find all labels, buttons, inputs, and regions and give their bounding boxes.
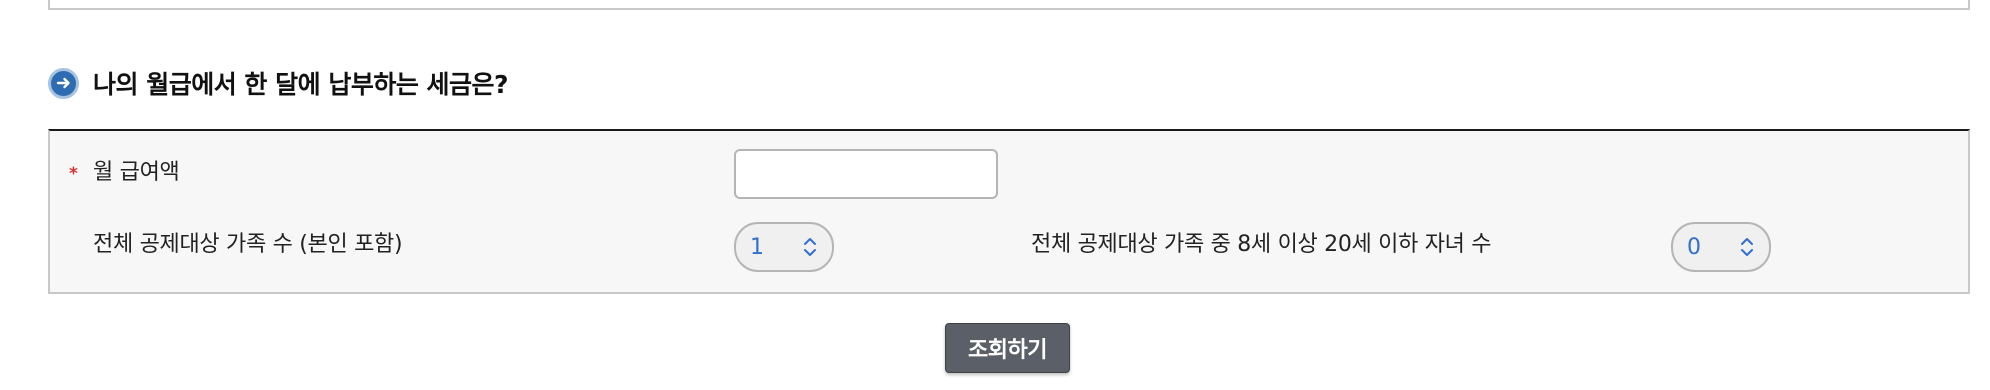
section-heading: 나의 월급에서 한 달에 납부하는 세금은? — [48, 66, 509, 100]
children-count-value: 0 — [1687, 234, 1701, 260]
submit-button[interactable]: 조회하기 — [945, 323, 1070, 373]
section-title: 나의 월급에서 한 달에 납부하는 세금은? — [93, 70, 509, 99]
up-down-chevron-icon[interactable] — [802, 234, 818, 260]
salary-label: 월 급여액 — [93, 160, 180, 185]
family-count-label: 전체 공제대상 가족 수 (본인 포함) — [93, 232, 403, 257]
children-count-stepper[interactable]: 0 — [1671, 222, 1771, 272]
arrow-right-circle-icon — [48, 67, 79, 99]
children-count-label: 전체 공제대상 가족 중 8세 이상 20세 이하 자녀 수 — [1031, 232, 1492, 257]
previous-section-panel — [48, 0, 1970, 10]
family-count-stepper[interactable]: 1 — [734, 222, 834, 272]
required-marker: * — [69, 164, 78, 184]
family-count-value: 1 — [750, 234, 764, 260]
tax-calculator-form — [48, 129, 1970, 294]
up-down-chevron-icon[interactable] — [1739, 234, 1755, 260]
salary-input[interactable] — [734, 149, 998, 199]
